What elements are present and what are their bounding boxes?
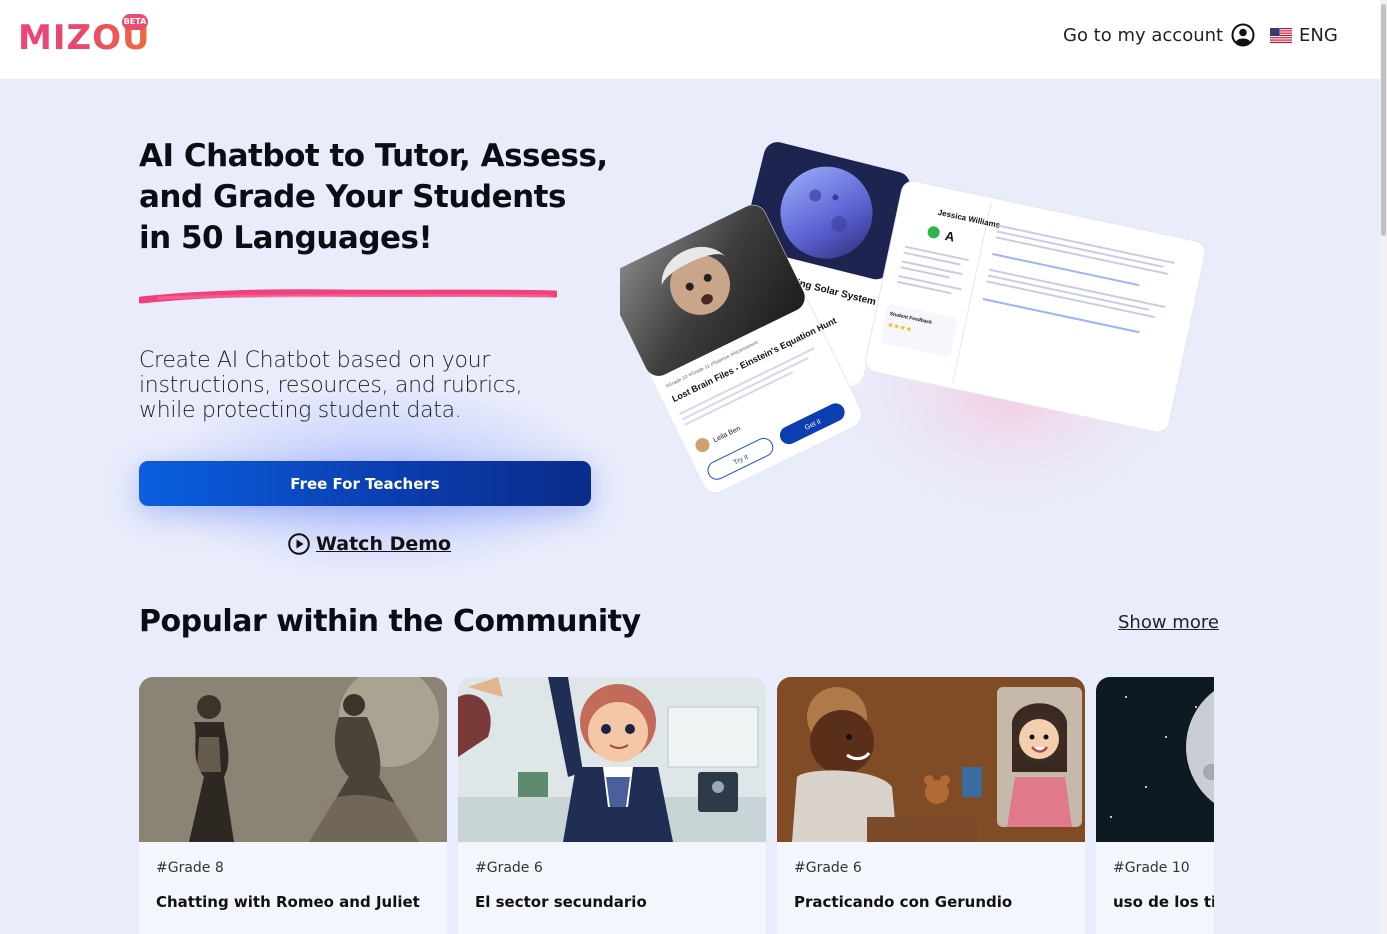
card-grade-tag: #Grade 6 (475, 860, 543, 876)
community-carousel: #Grade 8 Chatting with Romeo and Juliet … (139, 677, 1214, 934)
card-grade-tag: #Grade 8 (156, 860, 224, 876)
us-flag-icon (1270, 27, 1292, 43)
card-title: Chatting with Romeo and Juliet (156, 893, 420, 911)
hero-title: AI Chatbot to Tutor, Assess, and Grade Y… (139, 136, 619, 259)
free-for-teachers-button[interactable]: Free For Teachers (139, 461, 591, 506)
community-card[interactable]: #Grade 10 uso de los tiempos espanol (1096, 677, 1214, 934)
top-header: MIZOU BETA Go to my account ENG (0, 0, 1380, 79)
hero-illustration: Quest - Decoding Solar System Jessica Wi… (620, 142, 1206, 528)
user-circle-icon (1231, 23, 1255, 47)
community-card[interactable]: #Grade 6 Practicando con Gerundio (777, 677, 1085, 934)
brush-underline (139, 289, 557, 304)
watch-demo-label: Watch Demo (316, 533, 452, 555)
card-grade-tag: #Grade 6 (794, 860, 862, 876)
hero-subtitle-line: instructions, resources, and rubrics, (139, 373, 523, 398)
language-selector[interactable]: ENG (1270, 22, 1338, 48)
hero-subtitle: Create AI Chatbot based on your instruct… (139, 348, 579, 423)
hero-title-line: and Grade Your Students (139, 179, 566, 215)
card-title: uso de los tiempos espanol (1113, 893, 1214, 911)
community-section-title: Popular within the Community (139, 604, 641, 639)
watch-demo-link[interactable]: Watch Demo (288, 533, 451, 555)
card-title: Practicando con Gerundio (794, 893, 1013, 911)
card-title: El sector secundario (475, 893, 647, 911)
card-grade-tag: #Grade 10 (1113, 860, 1190, 876)
community-card[interactable]: #Grade 8 Chatting with Romeo and Juliet (139, 677, 447, 934)
hero-title-line: in 50 Languages! (139, 220, 433, 256)
hero-title-line: AI Chatbot to Tutor, Assess, (139, 138, 608, 174)
account-link[interactable]: Go to my account (1063, 22, 1255, 48)
community-card[interactable]: #Grade 6 El sector secundario (458, 677, 766, 934)
mizou-logo[interactable]: MIZOU BETA (18, 14, 153, 60)
romeo-juliet-image (139, 677, 447, 842)
show-more-link[interactable]: Show more (1118, 612, 1219, 633)
hero-subtitle-line: while protecting student data. (139, 398, 462, 423)
scrollbar-thumb[interactable] (1381, 4, 1386, 236)
classroom-girl-image (458, 677, 766, 842)
account-label: Go to my account (1063, 24, 1224, 46)
play-circle-icon (288, 533, 310, 555)
hero-subtitle-line: Create AI Chatbot based on your (139, 348, 491, 373)
beta-badge: BETA (122, 14, 148, 30)
video-call-kids-image (777, 677, 1085, 842)
language-label: ENG (1299, 24, 1338, 46)
moon-space-image (1096, 677, 1214, 842)
